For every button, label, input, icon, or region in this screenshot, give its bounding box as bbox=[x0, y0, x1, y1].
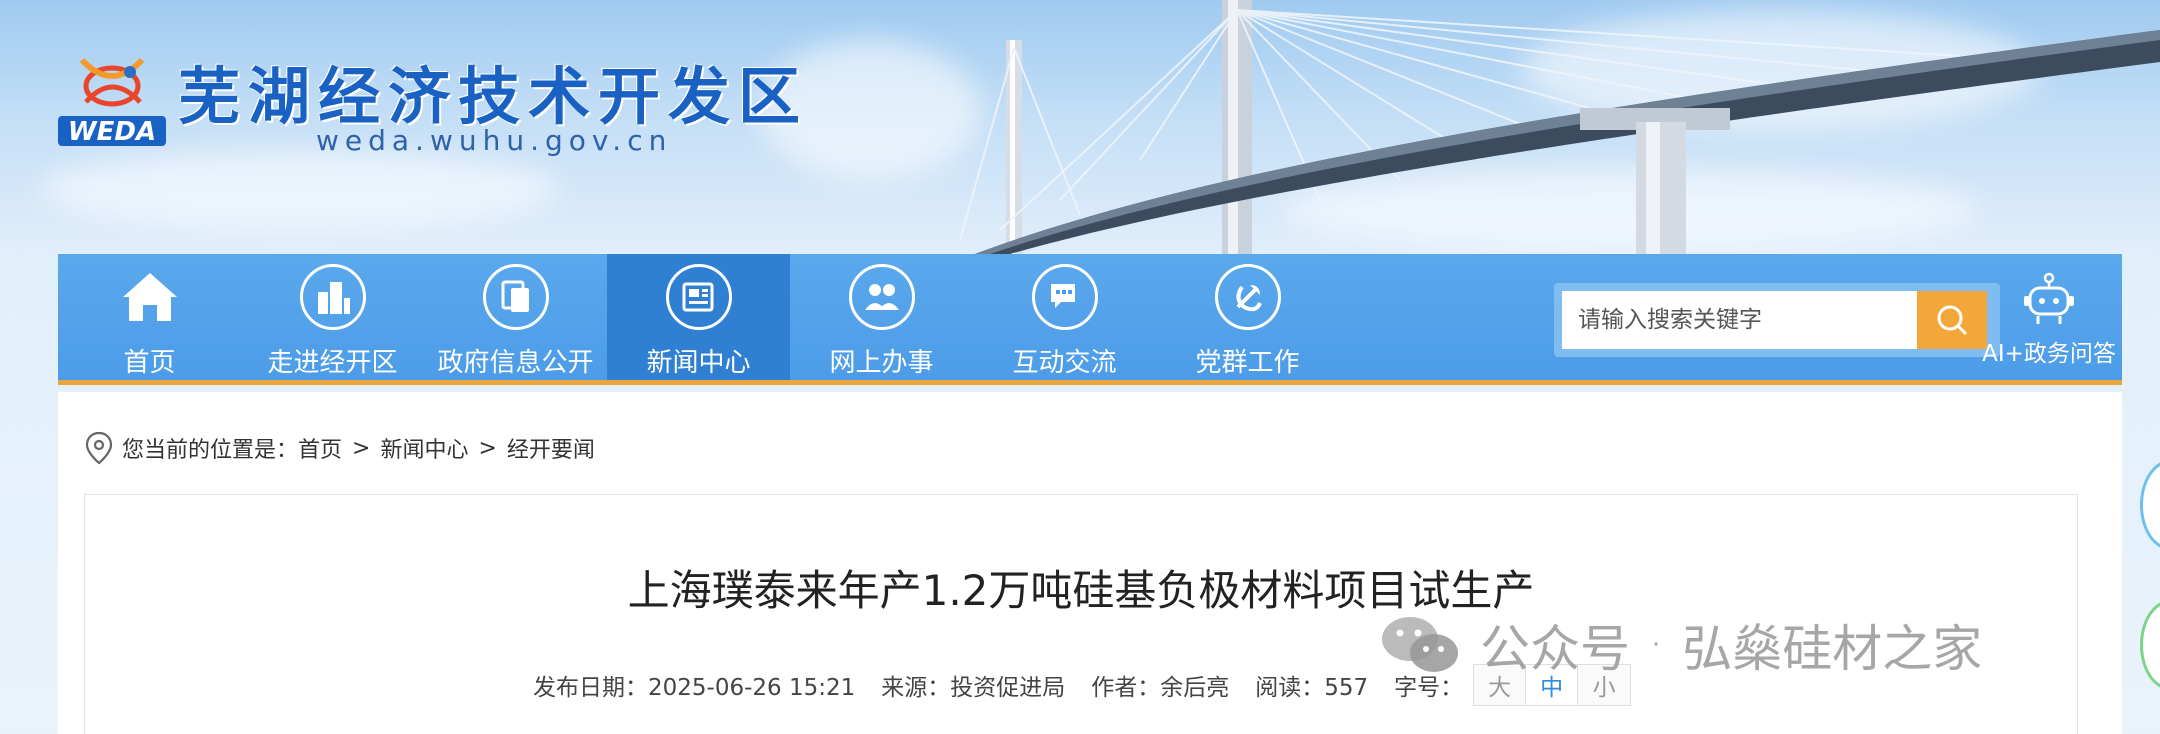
nav-label: 政府信息公开 bbox=[437, 348, 594, 378]
breadcrumb-news[interactable]: 新闻中心 bbox=[380, 432, 468, 464]
header-banner: WEDA 芜湖经济技术开发区 weda.wuhu.gov.cn bbox=[0, 0, 2160, 254]
logo-text: WEDA bbox=[68, 117, 156, 147]
weda-logo-icon: WEDA bbox=[58, 57, 166, 147]
watermark-right: 弘燊硅材之家 bbox=[1682, 620, 1983, 678]
wechat-icon bbox=[1382, 617, 1458, 672]
watermark-dot: · bbox=[1652, 630, 1661, 660]
site-title: 芜湖经济技术开发区 bbox=[178, 60, 809, 133]
party-emblem-icon bbox=[1214, 264, 1281, 330]
content-panel: 您当前的位置是： 首页 > 新闻中心 > 经开要闻 上海璞泰来年产1.2万吨硅基… bbox=[58, 392, 2122, 734]
read-count: 阅读：557 bbox=[1255, 675, 1369, 701]
nav-item-interaction[interactable]: 互动交流 bbox=[973, 254, 1156, 380]
nav-label: 网上办事 bbox=[829, 348, 934, 378]
article-source: 来源：投资促进局 bbox=[881, 675, 1066, 701]
nav-item-news[interactable]: 新闻中心 bbox=[607, 254, 790, 380]
main-navbar: 首页 走进经开区 政府信息公开 新闻中心 网上办事 互动交流 党群工作 请输入搜… bbox=[58, 254, 2122, 385]
breadcrumb: 您当前的位置是： 首页 > 新闻中心 > 经开要闻 bbox=[84, 431, 595, 465]
breadcrumb-separator: > bbox=[352, 435, 371, 461]
nav-item-about[interactable]: 走进经开区 bbox=[241, 254, 424, 380]
article-author: 作者：余后亮 bbox=[1091, 675, 1230, 701]
nav-item-gov-info[interactable]: 政府信息公开 bbox=[424, 254, 607, 380]
people-icon bbox=[848, 264, 915, 330]
side-float-button[interactable] bbox=[2140, 600, 2160, 690]
location-pin-icon bbox=[85, 431, 113, 465]
nav-label: 党群工作 bbox=[1195, 348, 1300, 378]
nav-label: 走进经开区 bbox=[267, 348, 398, 378]
ai-qa-label: AI+政务问答 bbox=[1982, 341, 2116, 367]
breadcrumb-current[interactable]: 经开要闻 bbox=[507, 432, 595, 464]
nav-label: 新闻中心 bbox=[646, 348, 751, 378]
nav-item-home[interactable]: 首页 bbox=[58, 254, 241, 380]
nav-label: 互动交流 bbox=[1012, 348, 1117, 378]
nav-item-party-work[interactable]: 党群工作 bbox=[1156, 254, 1339, 380]
watermark-left: 公众号 bbox=[1480, 620, 1630, 678]
breadcrumb-prefix: 您当前的位置是： bbox=[122, 438, 299, 463]
nav-label: 首页 bbox=[123, 348, 176, 378]
newspaper-icon bbox=[665, 264, 732, 330]
documents-icon bbox=[482, 264, 549, 330]
nav-item-online-service[interactable]: 网上办事 bbox=[790, 254, 973, 380]
wechat-watermark: 公众号 · 弘燊硅材之家 bbox=[1378, 608, 1982, 682]
breadcrumb-separator: > bbox=[478, 435, 497, 461]
breadcrumb-home[interactable]: 首页 bbox=[298, 432, 342, 464]
robot-icon bbox=[2024, 272, 2074, 324]
site-url: weda.wuhu.gov.cn bbox=[316, 124, 673, 157]
buildings-icon bbox=[299, 264, 366, 330]
search-box bbox=[1554, 283, 2000, 357]
side-float-button[interactable] bbox=[2140, 460, 2160, 550]
ai-qa-button[interactable]: AI+政务问答 bbox=[1964, 254, 2134, 380]
publish-date: 发布日期：2025-06-26 15:21 bbox=[533, 675, 856, 701]
chat-icon bbox=[1031, 264, 1098, 330]
search-input[interactable] bbox=[1562, 291, 1917, 349]
home-icon bbox=[117, 264, 183, 330]
